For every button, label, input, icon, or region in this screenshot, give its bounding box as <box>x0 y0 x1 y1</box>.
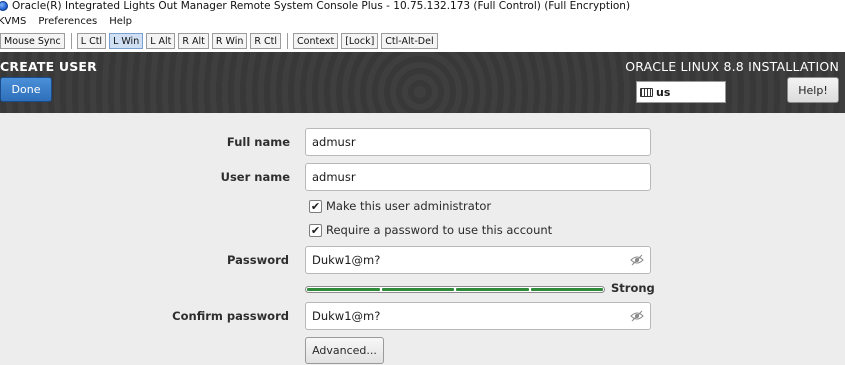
strength-segment <box>530 288 603 291</box>
right-alt-key-button[interactable]: R Alt <box>178 33 209 49</box>
menu-help[interactable]: Help <box>109 16 132 27</box>
help-button[interactable]: Help! <box>787 77 839 103</box>
keyboard-icon <box>640 87 653 97</box>
lock-key-button[interactable]: [Lock] <box>341 33 379 49</box>
reveal-password-icon[interactable] <box>630 254 644 266</box>
context-key-button[interactable]: Context <box>293 33 339 49</box>
mouse-sync-button[interactable]: Mouse Sync <box>0 33 65 49</box>
menu-kvms[interactable]: KVMS <box>0 16 26 27</box>
make-admin-label: Make this user administrator <box>326 199 492 213</box>
strength-segment <box>456 288 529 291</box>
page-title: CREATE USER <box>0 59 97 74</box>
right-win-key-button[interactable]: R Win <box>211 33 248 49</box>
user-name-value: admusr <box>312 170 356 184</box>
left-ctrl-key-button[interactable]: L Ctl <box>76 33 107 49</box>
strength-segment <box>307 288 380 291</box>
app-globe-icon <box>0 1 8 11</box>
require-password-checkbox-row[interactable]: ✔ Require a password to use this account <box>309 223 552 237</box>
full-name-input[interactable]: admusr <box>305 128 651 156</box>
password-label: Password <box>227 253 289 267</box>
kvm-toolbar: Mouse Sync L Ctl L Win L Alt R Alt R Win… <box>0 31 845 51</box>
password-value: Dukw1@m? <box>312 253 381 267</box>
toolbar-separator <box>70 33 72 49</box>
password-strength-label: Strong <box>611 281 655 295</box>
keyboard-layout-label: us <box>656 85 671 99</box>
confirm-password-label: Confirm password <box>172 309 289 323</box>
confirm-password-value: Dukw1@m? <box>312 309 381 323</box>
advanced-button[interactable]: Advanced... <box>305 337 384 364</box>
reveal-confirm-password-icon[interactable] <box>630 310 644 322</box>
confirm-password-input[interactable]: Dukw1@m? <box>305 302 651 330</box>
window-titlebar: Oracle(R) Integrated Lights Out Manager … <box>0 0 845 12</box>
menu-preferences[interactable]: Preferences <box>38 16 97 27</box>
password-strength-meter <box>305 286 605 293</box>
toolbar-separator <box>287 33 288 49</box>
password-input[interactable]: Dukw1@m? <box>305 246 651 274</box>
left-alt-key-button[interactable]: L Alt <box>146 33 176 49</box>
full-name-value: admusr <box>312 135 356 149</box>
strength-segment <box>381 288 454 291</box>
installer-header: CREATE USER Done ORACLE LINUX 8.8 INSTAL… <box>0 52 845 113</box>
left-win-key-button[interactable]: L Win <box>109 33 144 49</box>
keyboard-layout-indicator[interactable]: us <box>636 81 726 103</box>
full-name-label: Full name <box>226 135 290 149</box>
right-ctrl-key-button[interactable]: R Ctl <box>250 33 281 49</box>
user-name-input[interactable]: admusr <box>305 163 651 191</box>
create-user-form: Full name admusr User name admusr ✔ Make… <box>0 113 845 365</box>
ctrl-alt-del-button[interactable]: Ctl-Alt-Del <box>381 33 438 49</box>
require-password-label: Require a password to use this account <box>326 223 553 237</box>
require-password-checkbox[interactable]: ✔ <box>309 223 322 237</box>
done-button[interactable]: Done <box>0 77 52 102</box>
window-title: Oracle(R) Integrated Lights Out Manager … <box>12 0 631 12</box>
product-title: ORACLE LINUX 8.8 INSTALLATION <box>625 59 839 74</box>
user-name-label: User name <box>220 170 290 184</box>
make-admin-checkbox-row[interactable]: ✔ Make this user administrator <box>309 199 491 213</box>
make-admin-checkbox[interactable]: ✔ <box>309 199 322 213</box>
menubar: KVMS Preferences Help <box>0 13 845 29</box>
